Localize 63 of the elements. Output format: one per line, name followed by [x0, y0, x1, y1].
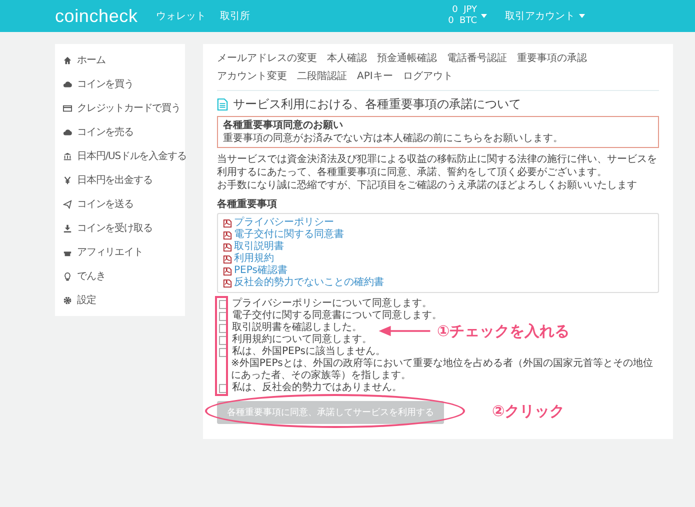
sidebar-item[interactable]: コインを買う [55, 72, 185, 96]
document-icon [217, 98, 228, 111]
pdf-icon [223, 230, 232, 240]
notice-text: 重要事項の同意がお済みでない方は本人確認の前にこちらをお願いします。 [223, 132, 564, 145]
sidebar-item[interactable]: ホーム [55, 48, 185, 72]
settings-tab[interactable]: 重要事項の承認 [517, 52, 587, 65]
settings-tab[interactable]: アカウント変更 [217, 70, 287, 83]
sidebar-item[interactable]: 設定 [55, 288, 185, 312]
caret-icon[interactable] [579, 14, 585, 18]
checkbox[interactable] [219, 324, 228, 332]
document-link[interactable]: プライバシーポリシー [223, 217, 653, 229]
sidebar-item[interactable]: コインを送る [55, 192, 185, 216]
settings-tab[interactable]: 本人確認 [327, 52, 367, 65]
sidebar-item[interactable]: でんき [55, 264, 185, 288]
home-icon [63, 56, 72, 64]
arrow-icon [377, 325, 432, 337]
send-icon [63, 200, 72, 208]
card-icon [63, 104, 72, 112]
settings-tab[interactable]: ログアウト [402, 70, 453, 83]
settings-tab[interactable]: 預金通帳確認 [377, 52, 437, 65]
bank-icon [63, 152, 72, 160]
balance-text: 0 BTC [448, 16, 477, 27]
intro-paragraph: お手数になり誠に恐縮ですが、下記項目をご確認のうえ承諾のほどよろしくお願いいたします [217, 179, 638, 192]
checkbox[interactable] [219, 348, 228, 356]
checkbox[interactable] [219, 384, 228, 392]
settings-tab[interactable]: APIキー [357, 70, 393, 83]
cloud-icon [63, 80, 72, 88]
document-link[interactable]: 反社会的勢力でないことの確約書 [223, 277, 653, 289]
settings-tab[interactable]: 電話番号認証 [447, 52, 507, 65]
checkbox[interactable] [219, 336, 228, 344]
settings-tab[interactable]: メールアドレスの変更 [217, 52, 317, 65]
notice-heading: 各種重要事項同意のお願い [223, 119, 344, 132]
balance-text: 0 JPY [452, 5, 477, 16]
intro-paragraph: 当サービスでは資金決済法及び犯罪による収益の移転防止に関する法律の施行に伴い、サービスを利用するにあたって、各種重要事項に同意、承諾、誓約をして頂く必要がございます。 [217, 153, 658, 179]
sidebar-item[interactable]: クレジットカードで買う [55, 96, 185, 120]
yen-icon [63, 176, 72, 184]
checkbox[interactable] [219, 312, 228, 320]
checkbox[interactable] [219, 300, 228, 308]
sidebar-item[interactable]: コインを受け取る [55, 216, 185, 240]
settings-tab[interactable]: 二段階認証 [297, 70, 347, 83]
cloud-icon [63, 128, 72, 136]
gear-icon [63, 296, 72, 304]
caret-icon[interactable] [481, 14, 487, 18]
sidebar-item[interactable]: 日本円/USドルを入金する [55, 144, 185, 168]
document-link[interactable]: PEPs確認書 [223, 265, 653, 277]
sidebar-item[interactable]: アフィリエイト [55, 240, 185, 264]
document-link[interactable]: 電子交付に関する同意書 [223, 229, 653, 241]
sidebar-item[interactable]: 日本円を出金する [55, 168, 185, 192]
pdf-icon [223, 218, 232, 228]
section-heading: 各種重要事項 [217, 198, 278, 211]
note-text: ※外国PEPsとは、外国の政府等において重要な地位を占める者（外国の国家元首等とその地位にあった者、その家族等）を指します。 [230, 358, 654, 382]
download-icon [63, 224, 72, 232]
pdf-icon [223, 242, 232, 252]
sidebar-item[interactable]: コインを売る [55, 120, 185, 144]
pdf-icon [223, 254, 232, 264]
annotation-text: ②クリック [492, 402, 565, 420]
pdf-icon [223, 266, 232, 276]
bulb-icon [63, 272, 72, 280]
pdf-icon [223, 278, 232, 288]
document-link[interactable]: 取引説明書 [223, 241, 653, 253]
annotation-text: ①チェックを入れる [437, 322, 570, 340]
document-link[interactable]: 利用規約 [223, 253, 653, 265]
page-title: サービス利用における、各種重要事項の承諾について [233, 98, 521, 111]
